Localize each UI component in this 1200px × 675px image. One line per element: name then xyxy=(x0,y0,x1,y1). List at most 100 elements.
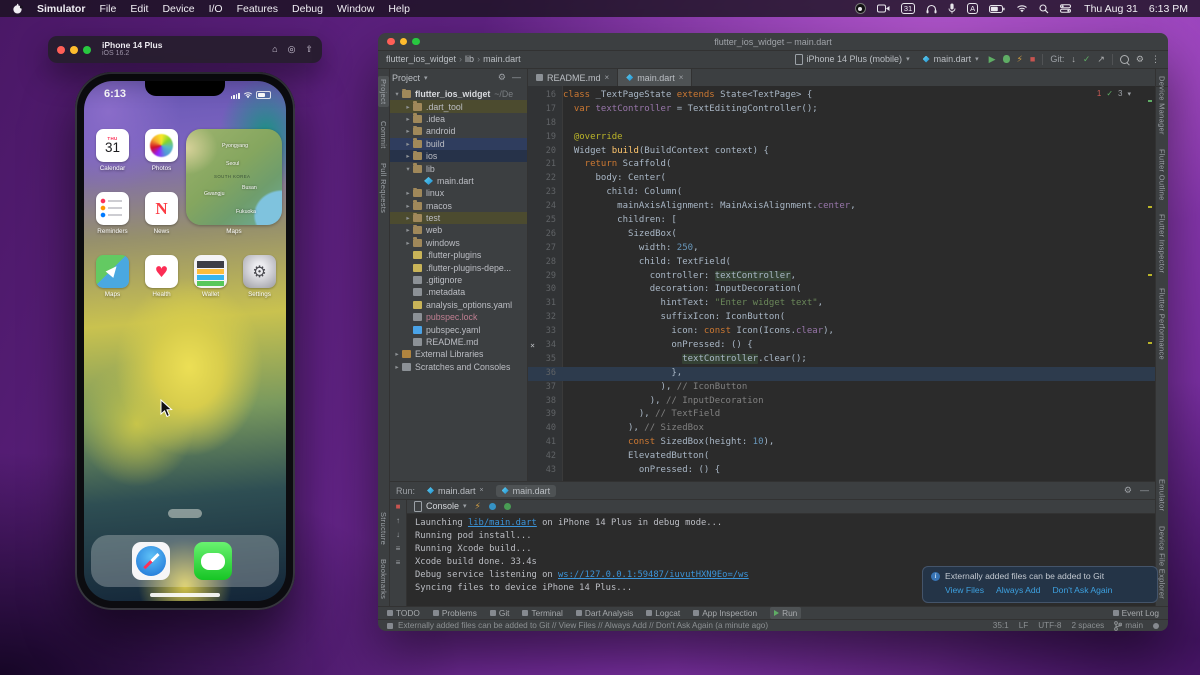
tree-item-android[interactable]: ▸android xyxy=(390,125,527,137)
tool-button-commit[interactable]: Commit xyxy=(379,121,388,149)
code-line[interactable]: 26 SizedBox( xyxy=(528,228,1155,242)
tree-item-external-libraries[interactable]: ▸External Libraries xyxy=(390,348,527,360)
run-tab-2[interactable]: main.dart xyxy=(496,485,557,497)
menu-edit[interactable]: Edit xyxy=(130,3,148,15)
code-line[interactable]: 28 child: TextField( xyxy=(528,256,1155,270)
app-health[interactable]: ♥ xyxy=(145,255,178,288)
settings-gear-icon[interactable]: ⚙ xyxy=(1124,485,1132,496)
tree-item-pubspec-lock[interactable]: pubspec.lock xyxy=(390,311,527,323)
tree-item-pubspec-yaml[interactable]: pubspec.yaml xyxy=(390,323,527,335)
control-center-icon[interactable] xyxy=(1060,4,1071,13)
app-news[interactable]: N xyxy=(145,192,178,225)
tree-item-dart-tool[interactable]: ▸.dart_tool xyxy=(390,100,527,112)
editor-scroll-marks[interactable] xyxy=(1148,86,1152,481)
microphone-icon[interactable] xyxy=(948,3,956,14)
hide-panel-icon[interactable]: — xyxy=(512,72,521,83)
tool-button-app-inspection[interactable]: App Inspection xyxy=(693,608,757,618)
tool-button-git[interactable]: Git xyxy=(490,608,510,618)
code-line[interactable]: 37 ), // IconButton xyxy=(528,381,1155,395)
tree-item-test[interactable]: ▸test xyxy=(390,212,527,224)
tool-button-run[interactable]: Run xyxy=(770,607,801,619)
tree-item-scratches-and-consoles[interactable]: ▸Scratches and Consoles xyxy=(390,361,527,373)
git-commit-button[interactable]: ✓ xyxy=(1083,55,1091,64)
line-separator[interactable]: LF xyxy=(1019,621,1029,630)
menu-device[interactable]: Device xyxy=(162,3,194,15)
scroll-down-icon[interactable]: ↓ xyxy=(396,530,400,539)
headphones-icon[interactable] xyxy=(926,4,937,14)
app-calendar[interactable]: THU 31 xyxy=(96,129,129,162)
breadcrumb-project[interactable]: flutter_ios_widget xyxy=(386,54,456,64)
code-line[interactable]: 42 ElevatedButton( xyxy=(528,450,1155,464)
menubar-time[interactable]: 6:13 PM xyxy=(1149,3,1188,15)
file-encoding[interactable]: UTF-8 xyxy=(1038,621,1061,630)
spotlight-search-pill[interactable] xyxy=(168,509,202,518)
tree-item-gitignore[interactable]: .gitignore xyxy=(390,274,527,286)
hide-panel-icon[interactable]: — xyxy=(1140,485,1149,496)
dock-app-safari[interactable] xyxy=(132,542,170,580)
app-menu-title[interactable]: Simulator xyxy=(37,3,85,15)
close-button[interactable] xyxy=(57,46,65,54)
notification-action-view-files[interactable]: View Files xyxy=(945,585,984,595)
zoom-button[interactable] xyxy=(83,46,91,54)
scroll-up-icon[interactable]: ↑ xyxy=(396,516,400,525)
tree-item-readme-md[interactable]: README.md xyxy=(390,336,527,348)
dock-app-messages[interactable] xyxy=(194,542,232,580)
notification-action-don-t-ask-again[interactable]: Don't Ask Again xyxy=(1052,585,1112,595)
more-options-icon[interactable]: ⋮ xyxy=(1151,55,1160,64)
code-line[interactable]: 41 const SizedBox(height: 10), xyxy=(528,436,1155,450)
iphone-screen[interactable]: 6:13 THU 31 Calendar Photos Pyongyang Se… xyxy=(84,81,286,601)
tree-item-web[interactable]: ▸web xyxy=(390,224,527,236)
tool-button-project[interactable]: Project xyxy=(378,76,389,107)
app-wallet[interactable] xyxy=(194,255,227,288)
simulator-titlebar[interactable]: iPhone 14 Plus iOS 16.2 ⌂ ◎ ⇧ xyxy=(48,36,322,63)
menu-features[interactable]: Features xyxy=(237,3,278,15)
menu-file[interactable]: File xyxy=(99,3,116,15)
hot-restart-icon[interactable] xyxy=(489,503,496,510)
stop-button[interactable]: ■ xyxy=(1030,55,1035,64)
code-line[interactable]: 22 body: Center( xyxy=(528,172,1155,186)
tree-item-macos[interactable]: ▸macos xyxy=(390,200,527,212)
code-line[interactable]: 21 return Scaffold( xyxy=(528,158,1155,172)
code-line[interactable]: 27 width: 250, xyxy=(528,242,1155,256)
tool-button-flutter-outline[interactable]: Flutter Outline xyxy=(1158,149,1167,201)
menu-window[interactable]: Window xyxy=(337,3,374,15)
run-tab-1[interactable]: main.dart × xyxy=(421,485,490,497)
code-line[interactable]: 43 onPressed: () { xyxy=(528,464,1155,478)
spotlight-search-icon[interactable] xyxy=(1039,4,1049,14)
console-link[interactable]: ws://127.0.0.1:59487/iuvutHXN9Eo=/ws xyxy=(558,570,749,580)
code-line[interactable]: 32 suffixIcon: IconButton( xyxy=(528,311,1155,325)
app-settings[interactable]: ⚙ xyxy=(243,255,276,288)
indent-setting[interactable]: 2 spaces xyxy=(1071,621,1104,630)
code-line[interactable]: 16class _TextPageState extends State<Tex… xyxy=(528,89,1155,103)
flutter-attach-icon[interactable] xyxy=(504,503,511,510)
code-editor[interactable]: 16class _TextPageState extends State<Tex… xyxy=(528,86,1155,481)
home-indicator[interactable] xyxy=(150,593,220,597)
code-line[interactable]: 20 Widget build(BuildContext context) { xyxy=(528,145,1155,159)
tool-button-problems[interactable]: Problems xyxy=(433,608,477,618)
code-line[interactable]: 29 controller: textController, xyxy=(528,270,1155,284)
home-button[interactable]: ⌂ xyxy=(272,44,277,55)
tool-button-logcat[interactable]: Logcat xyxy=(646,608,680,618)
debug-button[interactable] xyxy=(1003,55,1010,63)
tool-button-event-log[interactable]: Event Log xyxy=(1113,608,1159,618)
console-link[interactable]: lib/main.dart xyxy=(468,518,537,528)
tool-button-pull-requests[interactable]: Pull Requests xyxy=(379,163,388,213)
git-push-button[interactable]: ↗ xyxy=(1097,55,1105,64)
code-line[interactable]: ×34 onPressed: () { xyxy=(528,339,1155,353)
console-tab[interactable]: Console ▾ xyxy=(414,501,467,512)
video-icon[interactable] xyxy=(877,4,890,13)
tool-button-terminal[interactable]: Terminal xyxy=(522,608,562,618)
tab-readme[interactable]: README.md × xyxy=(528,69,618,86)
tree-item-build[interactable]: ▸build xyxy=(390,138,527,150)
close-tab-icon[interactable]: × xyxy=(605,73,610,82)
clear-console-icon[interactable]: ≡ xyxy=(396,558,401,567)
app-maps[interactable] xyxy=(96,255,129,288)
input-source-badge[interactable]: A xyxy=(967,3,978,14)
tool-button-structure[interactable]: Structure xyxy=(379,512,388,545)
status-message[interactable]: Externally added files can be added to G… xyxy=(398,621,768,630)
minimize-button[interactable] xyxy=(70,46,78,54)
screenshot-button[interactable]: ◎ xyxy=(288,44,296,55)
settings-gear-icon[interactable]: ⚙ xyxy=(1136,55,1144,64)
tree-item-idea[interactable]: ▸.idea xyxy=(390,113,527,125)
soft-wrap-icon[interactable]: ≡ xyxy=(396,544,401,553)
